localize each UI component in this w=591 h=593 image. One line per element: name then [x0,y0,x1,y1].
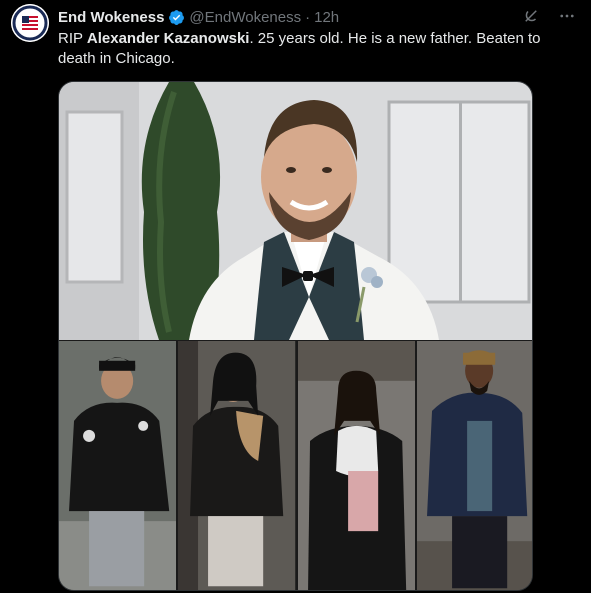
text-prefix: RIP [58,30,87,47]
grok-icon[interactable] [521,6,541,26]
tweet-text: RIP Alexander Kazanowski. 25 years old. … [58,29,573,69]
suspect-photo-grid [59,341,532,590]
suspect-photo-2[interactable] [178,341,296,590]
tweet-media[interactable] [58,81,533,591]
tweet-time[interactable]: 12h [314,9,339,26]
more-icon[interactable] [557,6,577,26]
author-name[interactable]: End Wokeness [58,9,164,26]
author-handle[interactable]: @EndWokeness [189,9,301,26]
avatar[interactable] [11,4,49,42]
suspect-photo-3[interactable] [297,341,415,590]
portrait-photo[interactable] [59,82,532,340]
suspect-photo-4[interactable] [416,341,532,590]
verified-badge-icon [169,9,185,25]
tweet-header: End Wokeness @EndWokeness · 12h [58,6,577,28]
suspect-photo-1[interactable] [59,341,177,590]
separator-dot: · [305,8,311,26]
text-bold-name: Alexander Kazanowski [86,30,250,47]
